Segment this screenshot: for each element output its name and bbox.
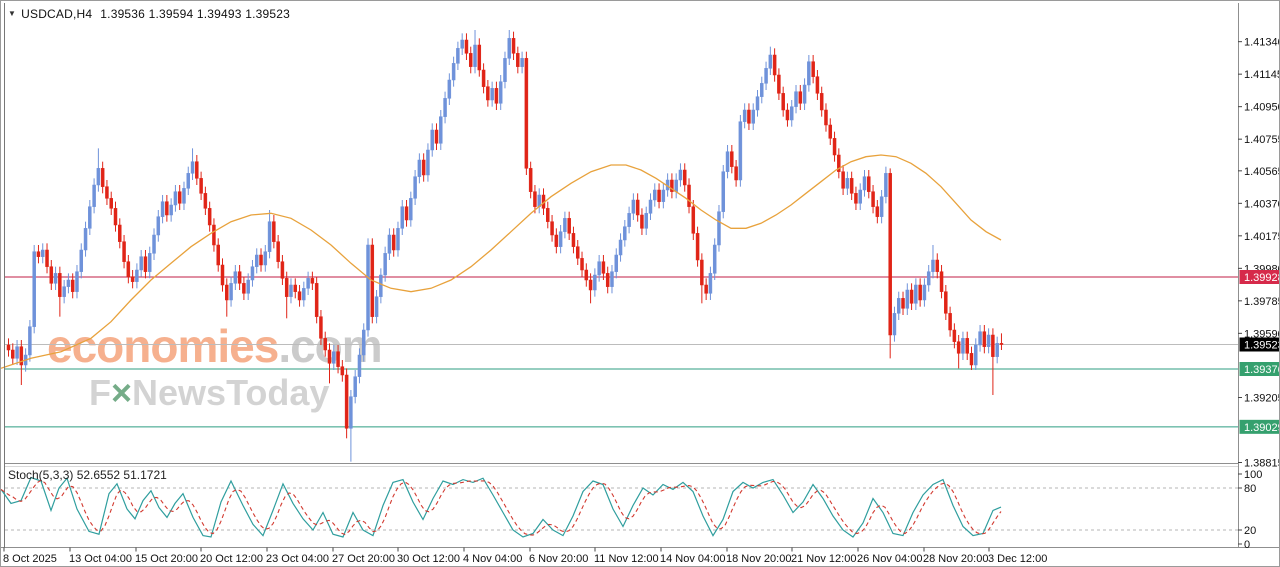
price-axis-scale[interactable] — [1239, 11, 1280, 547]
main-chart-pane[interactable] — [5, 11, 1238, 463]
chart-window: 1.413401.411451.409501.407551.405651.403… — [0, 0, 1280, 567]
time-axis-scale[interactable] — [1, 548, 1280, 567]
indicator-pane[interactable] — [5, 466, 1238, 547]
